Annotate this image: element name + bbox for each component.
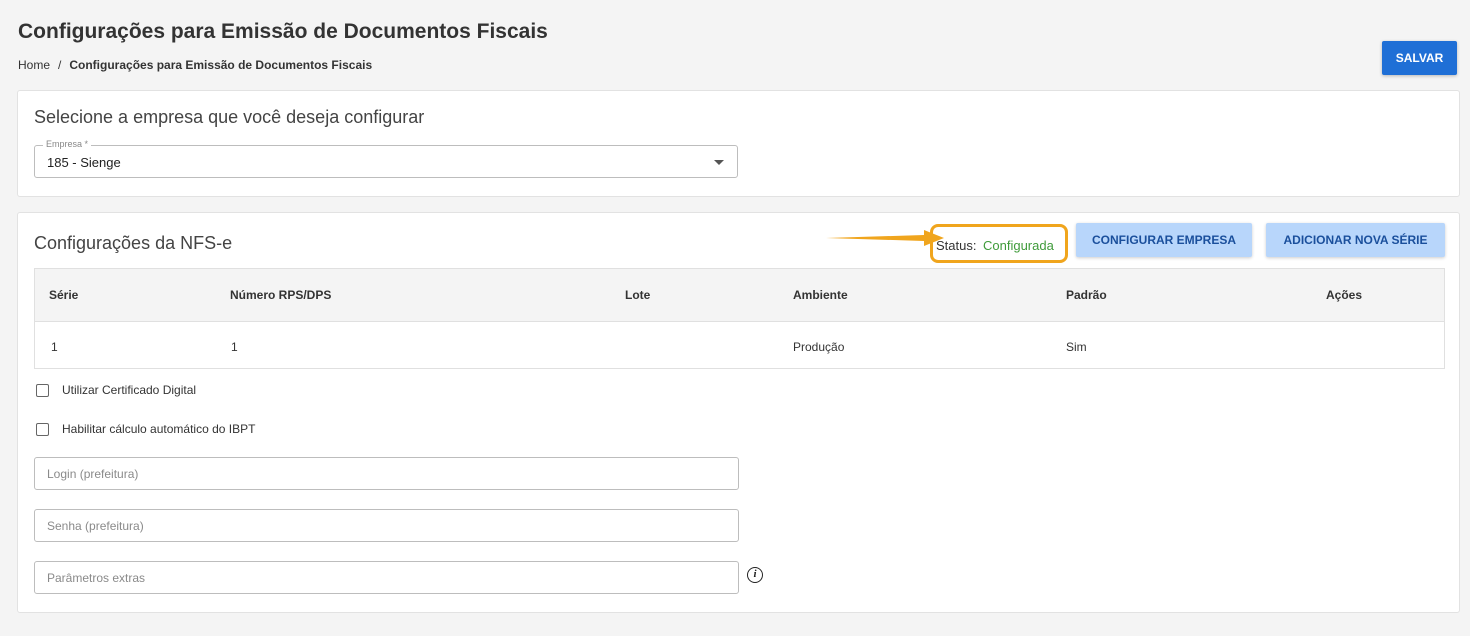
breadcrumb-separator: /	[58, 58, 62, 72]
login-input[interactable]	[34, 457, 739, 490]
status-label: Status:	[936, 238, 977, 253]
cell-ambiente: Produção	[793, 340, 845, 354]
page-title: Configurações para Emissão de Documentos…	[18, 20, 548, 43]
extra-params-input[interactable]	[34, 561, 739, 594]
save-button[interactable]: SALVAR	[1382, 41, 1457, 75]
column-header-ambiente: Ambiente	[793, 288, 848, 302]
chevron-down-icon	[714, 160, 724, 165]
column-header-lote: Lote	[625, 288, 651, 302]
company-select-value: 185 - Sienge	[47, 155, 121, 170]
company-card-title: Selecione a empresa que você deseja conf…	[34, 107, 425, 127]
info-icon[interactable]: i	[747, 567, 763, 583]
series-table: Série Número RPS/DPS Lote Ambiente Padrã…	[34, 268, 1445, 369]
breadcrumb-home-link[interactable]: Home	[18, 58, 50, 72]
cell-serie: 1	[51, 340, 58, 354]
company-select[interactable]: Empresa * 185 - Sienge	[34, 139, 738, 178]
add-series-button[interactable]: ADICIONAR NOVA SÉRIE	[1266, 223, 1445, 257]
column-header-padrao: Padrão	[1066, 288, 1107, 302]
company-select-card: Selecione a empresa que você deseja conf…	[17, 90, 1460, 197]
breadcrumb-current: Configurações para Emissão de Documentos…	[69, 58, 373, 72]
column-header-numero: Número RPS/DPS	[230, 288, 332, 302]
ibpt-checkbox-label: Habilitar cálculo automático do IBPT	[62, 422, 256, 436]
certificate-checkbox[interactable]	[36, 383, 49, 397]
arrow-right-icon	[826, 230, 944, 246]
cell-numero: 1	[231, 340, 238, 354]
nfse-config-card: Configurações da NFS-e Status: Configura…	[17, 212, 1460, 613]
nfse-card-title: Configurações da NFS-e	[34, 233, 233, 253]
ibpt-checkbox[interactable]	[36, 422, 49, 436]
ibpt-checkbox-row[interactable]: Habilitar cálculo automático do IBPT	[36, 422, 255, 436]
column-header-serie: Série	[49, 288, 79, 302]
status-badge: Configurada	[983, 238, 1054, 253]
certificate-checkbox-label: Utilizar Certificado Digital	[62, 383, 197, 397]
cell-padrao: Sim	[1066, 340, 1087, 354]
breadcrumb: Home / Configurações para Emissão de Docum…	[18, 58, 372, 72]
table-header: Série Número RPS/DPS Lote Ambiente Padrã…	[35, 269, 1444, 322]
password-input[interactable]	[34, 509, 739, 542]
column-header-acoes: Ações	[1326, 288, 1363, 302]
certificate-checkbox-row[interactable]: Utilizar Certificado Digital	[36, 383, 196, 397]
configure-company-button[interactable]: CONFIGURAR EMPRESA	[1076, 223, 1252, 257]
company-select-label: Empresa *	[43, 139, 92, 149]
